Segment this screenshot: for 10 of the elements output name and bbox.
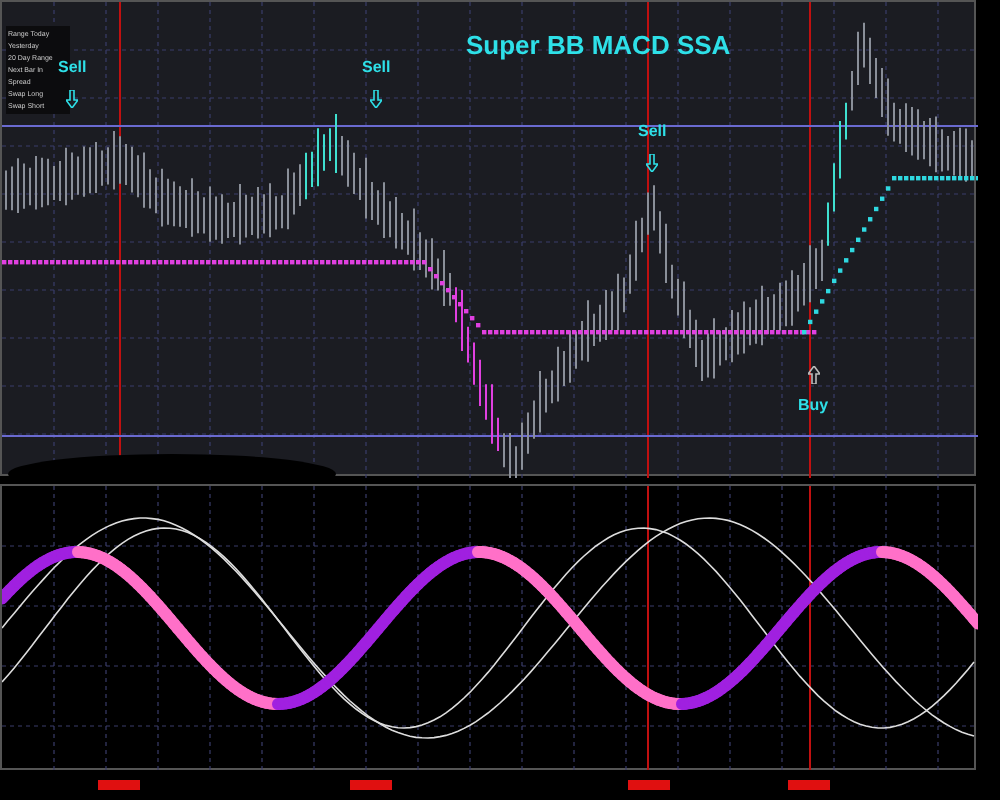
- signal-label: Sell: [58, 58, 87, 78]
- time-marker: [350, 780, 392, 790]
- signal-label: Sell: [362, 58, 391, 78]
- time-marker: [98, 780, 140, 790]
- down-arrow-icon: [370, 90, 383, 108]
- down-arrow-icon: [646, 154, 659, 172]
- time-marker: [628, 780, 670, 790]
- up-arrow-icon: [807, 366, 820, 384]
- down-arrow-icon: [66, 90, 79, 108]
- time-marker: [788, 780, 830, 790]
